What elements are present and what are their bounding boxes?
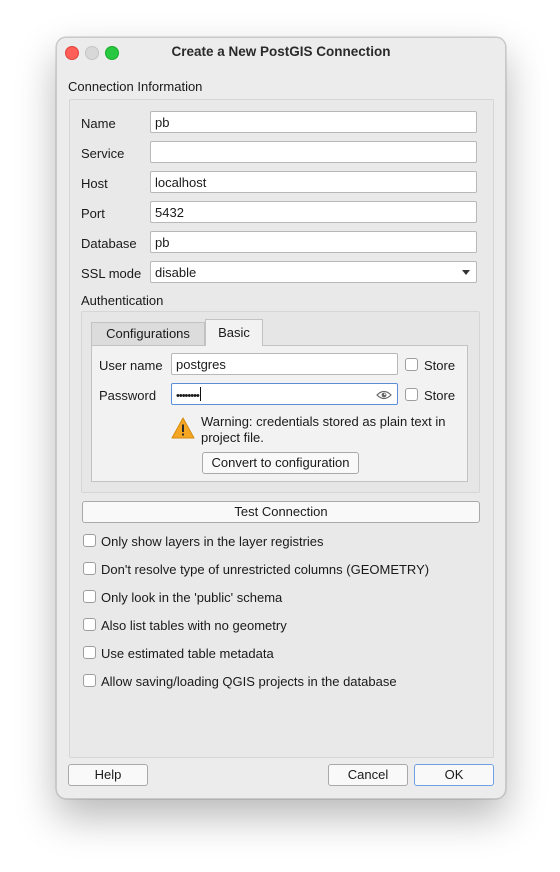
- cancel-button[interactable]: Cancel: [328, 764, 408, 786]
- title-bar[interactable]: Create a New PostGIS Connection: [57, 38, 505, 66]
- service-input[interactable]: [150, 141, 477, 163]
- database-input[interactable]: pb: [150, 231, 477, 253]
- port-input[interactable]: 5432: [150, 201, 477, 223]
- option-checkbox-estimated-metadata[interactable]: [83, 646, 96, 659]
- test-connection-button[interactable]: Test Connection: [82, 501, 480, 523]
- option-checkbox-public-schema[interactable]: [83, 590, 96, 603]
- database-label: Database: [81, 236, 137, 251]
- ssl-mode-select[interactable]: disable: [150, 261, 477, 283]
- option-label-public-schema: Only look in the 'public' schema: [101, 590, 283, 605]
- host-label: Host: [81, 176, 108, 191]
- port-label: Port: [81, 206, 105, 221]
- store-password-checkbox[interactable]: [405, 388, 418, 401]
- store-username-label: Store: [424, 358, 456, 373]
- password-masked-value: ••••••••: [176, 390, 200, 402]
- help-button[interactable]: Help: [68, 764, 148, 786]
- option-label-estimated-metadata: Use estimated table metadata: [101, 646, 274, 661]
- password-input[interactable]: ••••••••: [171, 383, 398, 405]
- option-checkbox-qgis-projects[interactable]: [83, 674, 96, 687]
- option-label-qgis-projects: Allow saving/loading QGIS projects in th…: [101, 674, 397, 689]
- option-label-no-geometry: Also list tables with no geometry: [101, 618, 287, 633]
- store-username-checkbox[interactable]: [405, 358, 418, 371]
- username-input[interactable]: postgres: [171, 353, 398, 375]
- option-label-layer-registries: Only show layers in the layer registries: [101, 534, 324, 549]
- warning-icon: [171, 417, 195, 439]
- ok-button[interactable]: OK: [414, 764, 494, 786]
- ssl-mode-label: SSL mode: [81, 266, 142, 281]
- chevron-down-icon: [462, 270, 470, 275]
- ssl-mode-value: disable: [155, 265, 197, 280]
- dialog-window: Create a New PostGIS Connection Connecti…: [56, 37, 506, 799]
- warning-line-1: Warning: credentials stored as plain tex…: [201, 414, 446, 429]
- tab-basic[interactable]: Basic: [205, 319, 263, 346]
- host-input[interactable]: localhost: [150, 171, 477, 193]
- username-label: User name: [99, 358, 163, 373]
- eye-icon[interactable]: [376, 390, 392, 400]
- option-label-unrestricted-columns: Don't resolve type of unrestricted colum…: [101, 562, 430, 577]
- text-cursor: [199, 387, 201, 401]
- window-title: Create a New PostGIS Connection: [171, 44, 391, 59]
- store-password-label: Store: [424, 388, 456, 403]
- password-label: Password: [99, 388, 157, 403]
- authentication-label: Authentication: [81, 293, 164, 308]
- name-label: Name: [81, 116, 116, 131]
- name-input[interactable]: pb: [150, 111, 477, 133]
- warning-message: Warning: credentials stored as plain tex…: [201, 414, 445, 446]
- option-checkbox-unrestricted-columns[interactable]: [83, 562, 96, 575]
- warning-line-2: project file.: [201, 430, 264, 445]
- tab-configurations[interactable]: Configurations: [91, 322, 205, 346]
- option-checkbox-no-geometry[interactable]: [83, 618, 96, 631]
- service-label: Service: [81, 146, 125, 161]
- convert-to-configuration-button[interactable]: Convert to configuration: [202, 452, 359, 474]
- connection-information-label: Connection Information: [68, 79, 203, 94]
- option-checkbox-layer-registries[interactable]: [83, 534, 96, 547]
